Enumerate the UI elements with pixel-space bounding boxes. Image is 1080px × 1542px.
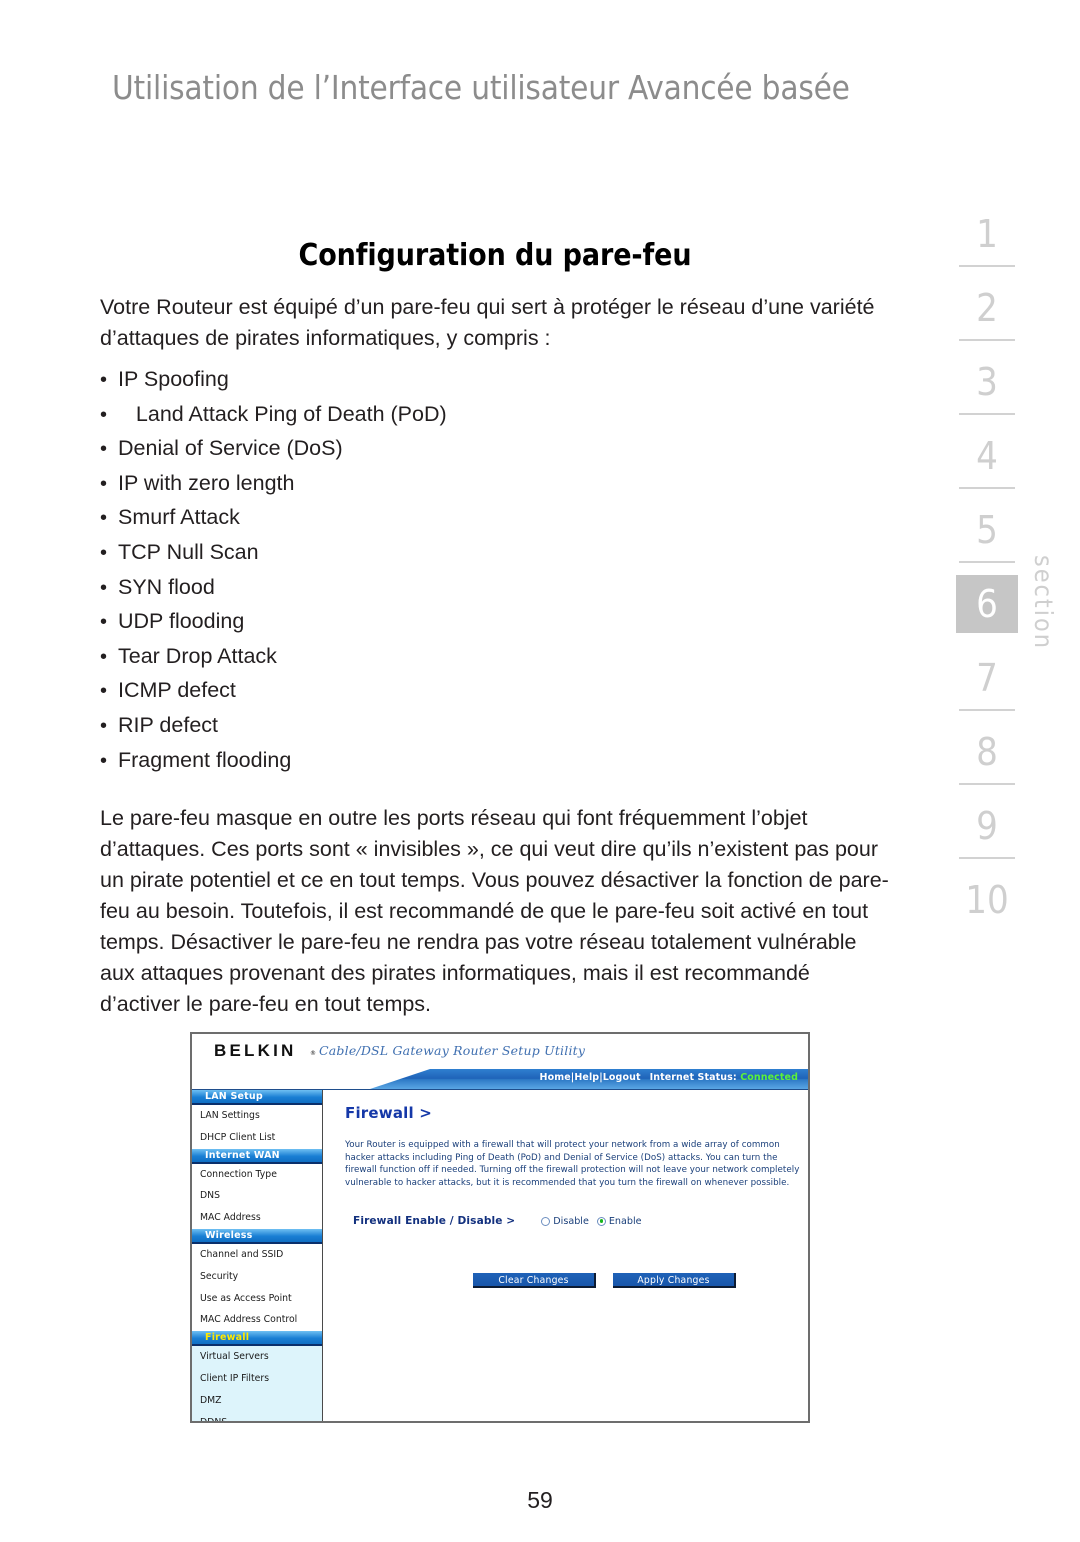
- list-item: Land Attack Ping of Death (PoD): [100, 398, 800, 433]
- section-rail-number: 10: [965, 878, 1009, 922]
- sidebar-item-virtual-servers[interactable]: Virtual Servers: [192, 1346, 322, 1368]
- firewall-radio-group[interactable]: Disable Enable: [541, 1215, 642, 1227]
- closing-paragraph: Le pare-feu masque en outre les ports ré…: [100, 806, 889, 1016]
- page-number: 59: [527, 1487, 553, 1513]
- list-item: RIP defect: [100, 709, 800, 744]
- rail-divider: [959, 339, 1015, 341]
- sidebar-item-dmz[interactable]: DMZ: [192, 1389, 322, 1412]
- rail-divider: [959, 413, 1015, 415]
- section-rail-number: 5: [976, 508, 998, 552]
- sidebar-group-internet-wan[interactable]: Internet WAN: [192, 1148, 322, 1164]
- sidebar-item-mac-address[interactable]: MAC Address: [192, 1207, 322, 1229]
- section-rail-item-6-active: 6: [942, 575, 1032, 649]
- section-rail-label: section: [1029, 555, 1058, 651]
- section-rail-item-9: 9: [942, 797, 1032, 871]
- router-content-pane: Firewall > Your Router is equipped with …: [323, 1090, 808, 1421]
- internet-status-value: Connected: [740, 1072, 798, 1083]
- radio-disable-icon[interactable]: [541, 1216, 551, 1226]
- firewall-description: Your Router is equipped with a firewall …: [345, 1140, 800, 1188]
- list-item: TCP Null Scan: [100, 536, 800, 571]
- apply-changes-button[interactable]: Apply Changes: [613, 1273, 736, 1288]
- sidebar-item-dns[interactable]: DNS: [192, 1185, 322, 1207]
- content-heading: Firewall >: [345, 1104, 432, 1122]
- list-item: Tear Drop Attack: [100, 640, 800, 675]
- registered-mark-icon: ®: [310, 1050, 316, 1057]
- section-rail-number: 3: [976, 360, 998, 404]
- content-heading-text: Firewall: [345, 1104, 414, 1122]
- page-running-header: Utilisation de l’Interface utilisateur A…: [112, 68, 850, 107]
- rail-divider: [959, 857, 1015, 859]
- rail-divider: [959, 265, 1015, 267]
- chevron-right-icon: >: [419, 1104, 433, 1122]
- sidebar-group-lan-setup[interactable]: LAN Setup: [192, 1090, 322, 1105]
- nav-wedge-decor: [192, 1069, 430, 1089]
- belkin-logo: BELKIN: [214, 1041, 297, 1060]
- router-top-nav: Home|Help|Logout Internet Status: Connect…: [192, 1069, 808, 1089]
- nav-logout-link[interactable]: Logout: [603, 1072, 641, 1083]
- list-item: IP Spoofing: [100, 363, 800, 398]
- section-rail-item-3: 3: [942, 353, 1032, 427]
- list-item: SYN flood: [100, 571, 800, 606]
- radio-disable-label: Disable: [553, 1215, 589, 1227]
- section-rail-item-2: 2: [942, 279, 1032, 353]
- section-rail-item-8: 8: [942, 723, 1032, 797]
- list-item: Smurf Attack: [100, 501, 800, 536]
- nav-home-link[interactable]: Home: [540, 1072, 571, 1083]
- product-tagline: Cable/DSL Gateway Router Setup Utility: [319, 1043, 586, 1058]
- section-rail: 1 2 3 4 5 6 7 8 9 10 section: [942, 205, 1058, 945]
- sidebar-item-security[interactable]: Security: [192, 1266, 322, 1288]
- nav-links: Home|Help|Logout Internet Status: Connect…: [539, 1072, 798, 1083]
- section-rail-item-1: 1: [942, 205, 1032, 279]
- attack-list: IP Spoofing Land Attack Ping of Death (P…: [100, 363, 800, 778]
- sidebar-item-connection-type[interactable]: Connection Type: [192, 1164, 322, 1186]
- router-sidebar: LAN Setup LAN Settings DHCP Client List …: [192, 1090, 323, 1421]
- section-rail-number: 4: [976, 434, 998, 478]
- rail-divider: [959, 783, 1015, 785]
- sidebar-item-client-ip-filters[interactable]: Client IP Filters: [192, 1367, 322, 1390]
- router-brand-bar: BELKIN ® Cable/DSL Gateway Router Setup …: [192, 1034, 808, 1069]
- section-rail-number: 8: [976, 730, 998, 774]
- radio-enable-icon[interactable]: [596, 1216, 606, 1226]
- radio-option-disable[interactable]: Disable: [541, 1216, 589, 1227]
- rail-divider: [959, 487, 1015, 489]
- sidebar-group-firewall-active[interactable]: Firewall: [192, 1331, 322, 1347]
- firewall-enable-disable-label: Firewall Enable / Disable >: [353, 1215, 516, 1227]
- section-rail-item-7: 7: [942, 649, 1032, 723]
- firewall-enable-disable-row: Firewall Enable / Disable > Disable Enab…: [353, 1215, 642, 1227]
- page-title: Configuration du pare-feu: [298, 238, 692, 273]
- section-rail-number: 2: [976, 286, 998, 330]
- clear-changes-button[interactable]: Clear Changes: [473, 1273, 596, 1288]
- sidebar-item-mac-address-control[interactable]: MAC Address Control: [192, 1309, 322, 1331]
- section-rail-number: 6: [976, 582, 998, 626]
- form-action-buttons: Clear Changes Apply Changes: [473, 1273, 736, 1288]
- list-item: IP with zero length: [100, 467, 800, 502]
- list-item: Fragment flooding: [100, 744, 800, 779]
- intro-paragraph: Votre Routeur est équipé d’un pare-feu q…: [100, 295, 875, 350]
- internet-status-label: Internet Status:: [649, 1072, 737, 1083]
- nav-help-link[interactable]: Help: [574, 1072, 599, 1083]
- sidebar-item-ddns[interactable]: DDNS: [192, 1411, 322, 1421]
- sidebar-item-lan-settings[interactable]: LAN Settings: [192, 1105, 322, 1127]
- section-rail-number: 7: [976, 656, 998, 700]
- section-rail-number: 1: [976, 212, 998, 256]
- section-rail-item-4: 4: [942, 427, 1032, 501]
- sidebar-group-wireless[interactable]: Wireless: [192, 1228, 322, 1244]
- router-body: LAN Setup LAN Settings DHCP Client List …: [192, 1089, 808, 1421]
- radio-enable-label: Enable: [608, 1215, 642, 1227]
- sidebar-item-channel-and-ssid[interactable]: Channel and SSID: [192, 1244, 322, 1266]
- section-rail-number: 9: [976, 804, 998, 848]
- list-item: Denial of Service (DoS): [100, 432, 800, 467]
- rail-divider: [959, 561, 1015, 563]
- sidebar-item-use-as-access-point[interactable]: Use as Access Point: [192, 1288, 322, 1310]
- sidebar-item-dhcp-client-list[interactable]: DHCP Client List: [192, 1127, 322, 1149]
- section-rail-item-10: 10: [942, 871, 1032, 945]
- section-rail-item-5: 5: [942, 501, 1032, 575]
- rail-divider: [959, 709, 1015, 711]
- list-item: UDP flooding: [100, 605, 800, 640]
- radio-option-enable[interactable]: Enable: [596, 1215, 642, 1227]
- list-item: ICMP defect: [100, 674, 800, 709]
- router-ui-screenshot: BELKIN ® Cable/DSL Gateway Router Setup …: [190, 1032, 810, 1423]
